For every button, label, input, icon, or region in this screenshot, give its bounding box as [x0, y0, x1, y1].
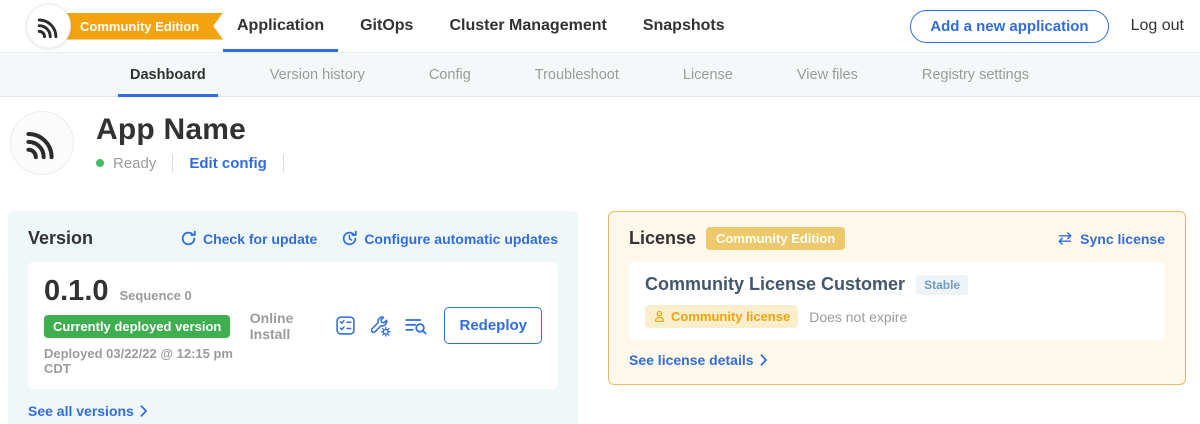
sub-nav-license[interactable]: License: [683, 52, 733, 97]
sub-nav-view-files[interactable]: View files: [797, 52, 858, 97]
configure-automatic-updates-label: Configure automatic updates: [364, 231, 558, 247]
see-license-details-link[interactable]: See license details: [629, 352, 1165, 368]
top-nav: Community Edition Application GitOps Clu…: [0, 0, 1200, 52]
install-type-label: Online Install: [250, 310, 319, 342]
check-for-update-link[interactable]: Check for update: [180, 230, 317, 247]
page-title: App Name: [96, 113, 291, 147]
sub-nav-dashboard[interactable]: Dashboard: [130, 52, 206, 97]
customer-name: Community License Customer: [645, 274, 905, 295]
sub-nav-registry-settings[interactable]: Registry settings: [922, 52, 1029, 97]
check-for-update-label: Check for update: [203, 231, 317, 247]
app-header: App Name Ready Edit config: [10, 111, 1200, 175]
app-avatar: [10, 111, 74, 175]
sync-arrows-icon: [1056, 231, 1074, 246]
top-nav-cluster-management[interactable]: Cluster Management: [449, 0, 606, 52]
auto-update-clock-icon: [341, 230, 358, 247]
see-license-details-label: See license details: [629, 352, 754, 368]
current-version-panel: 0.1.0 Sequence 0 Currently deployed vers…: [28, 262, 558, 389]
redeploy-button[interactable]: Redeploy: [444, 307, 542, 344]
version-card-title: Version: [28, 228, 93, 249]
license-type-badge: Community license: [645, 305, 798, 328]
license-card-title: License: [629, 228, 696, 249]
version-card: Version Check for update: [8, 211, 578, 424]
person-icon: [653, 310, 666, 323]
top-nav-gitops[interactable]: GitOps: [360, 0, 413, 52]
see-all-versions-link[interactable]: See all versions: [28, 403, 558, 419]
brand-logo-block: Community Edition: [26, 0, 223, 52]
version-info: 0.1.0 Sequence 0 Currently deployed vers…: [44, 275, 250, 376]
chevron-right-icon: [760, 354, 768, 366]
top-nav-application[interactable]: Application: [237, 0, 324, 52]
replicated-logo: [26, 4, 71, 49]
divider: [172, 154, 173, 172]
replicated-mark-icon: [36, 13, 62, 39]
release-notes-checklist-icon[interactable]: [335, 315, 356, 336]
sync-license-link[interactable]: Sync license: [1056, 231, 1165, 247]
channel-badge: Stable: [916, 275, 968, 295]
sync-license-label: Sync license: [1080, 231, 1165, 247]
sub-nav-config[interactable]: Config: [429, 52, 471, 97]
top-nav-right: Add a new application Log out: [910, 0, 1184, 52]
app-status-row: Ready Edit config: [96, 154, 291, 172]
refresh-icon: [180, 230, 197, 247]
version-number: 0.1.0: [44, 275, 109, 308]
replicated-mark-icon: [24, 125, 60, 161]
community-edition-ribbon: Community Edition: [48, 13, 223, 40]
license-card: License Community Edition Sync license C…: [608, 211, 1186, 385]
expiry-text: Does not expire: [809, 309, 907, 325]
logout-link[interactable]: Log out: [1131, 17, 1184, 35]
dashboard-cards: Version Check for update: [0, 211, 1200, 424]
top-nav-snapshots[interactable]: Snapshots: [643, 0, 725, 52]
sub-nav-troubleshoot[interactable]: Troubleshoot: [535, 52, 619, 97]
sub-nav-version-history[interactable]: Version history: [270, 52, 365, 97]
chevron-right-icon: [140, 405, 148, 417]
edit-config-link[interactable]: Edit config: [189, 155, 267, 172]
top-nav-items: Application GitOps Cluster Management Sn…: [237, 0, 725, 52]
currently-deployed-badge: Currently deployed version: [44, 315, 230, 338]
status-text: Ready: [113, 155, 156, 172]
view-diff-magnifier-icon[interactable]: [404, 316, 428, 336]
configure-automatic-updates-link[interactable]: Configure automatic updates: [341, 230, 558, 247]
status-ready-dot: [96, 159, 104, 167]
community-edition-badge: Community Edition: [706, 227, 845, 250]
add-new-application-button[interactable]: Add a new application: [910, 10, 1108, 43]
deployed-timestamp: Deployed 03/22/22 @ 12:15 pm CDT: [44, 346, 250, 376]
config-wrench-gear-icon[interactable]: [369, 315, 391, 337]
license-details-panel: Community License Customer Stable Commun…: [629, 262, 1165, 340]
divider: [283, 154, 284, 172]
version-actions: Online Install: [250, 307, 542, 344]
sequence-label: Sequence 0: [120, 288, 192, 303]
sub-nav: Dashboard Version history Config Trouble…: [0, 52, 1200, 97]
see-all-versions-label: See all versions: [28, 403, 134, 419]
license-type-label: Community license: [671, 309, 790, 324]
